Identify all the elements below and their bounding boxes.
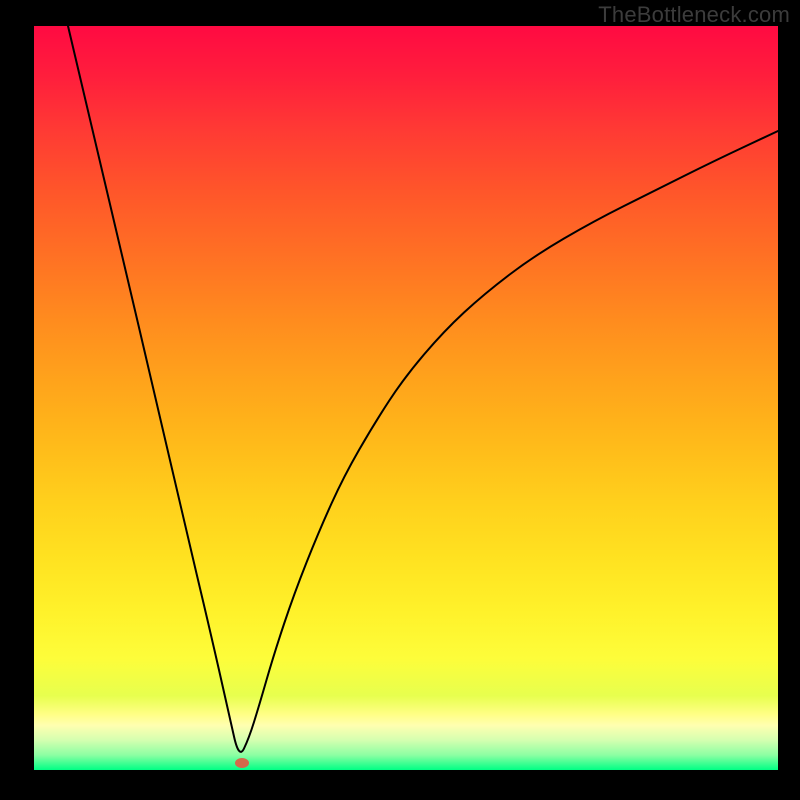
watermark-text: TheBottleneck.com bbox=[598, 2, 790, 28]
plot-area bbox=[34, 26, 778, 770]
chart-frame: TheBottleneck.com bbox=[0, 0, 800, 800]
bottleneck-curve bbox=[68, 26, 778, 752]
chart-svg bbox=[34, 26, 778, 770]
optimum-marker bbox=[235, 758, 249, 768]
